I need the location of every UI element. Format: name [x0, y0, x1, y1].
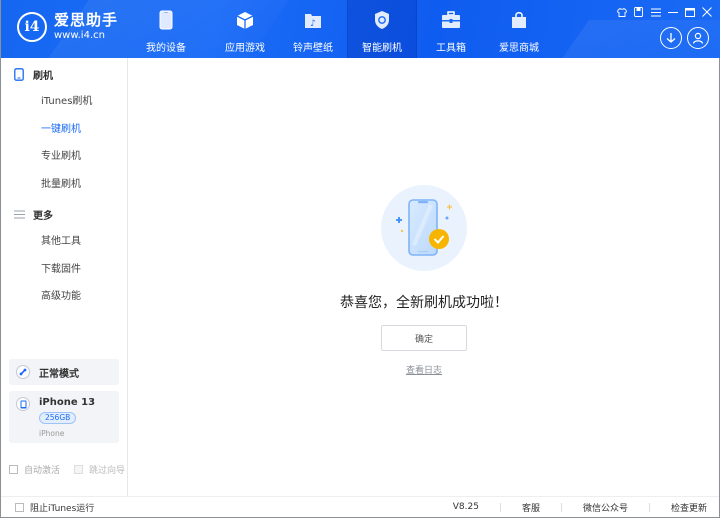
- shield-refresh-icon: [373, 10, 391, 30]
- app-name: 爱思助手: [54, 11, 119, 29]
- device-name: iPhone 13: [39, 397, 96, 408]
- wechat-link[interactable]: 微信公众号: [583, 501, 628, 514]
- check-update-link[interactable]: 检查更新: [671, 501, 707, 514]
- svg-text:♪: ♪: [310, 19, 316, 29]
- device-mode-label: 正常模式: [39, 368, 79, 380]
- app-url: www.i4.cn: [54, 30, 105, 41]
- tablet-icon: [13, 67, 25, 81]
- main-nav: 我的设备 应用游戏 ♪ 铃声壁纸 智能刷机 工具箱 爱思商城: [121, 0, 553, 58]
- device-mode-card: 正常模式: [9, 359, 119, 385]
- device-type: iPhone: [39, 429, 65, 438]
- view-log-link[interactable]: 查看日志: [129, 363, 719, 376]
- status-bar: 阻止iTunes运行 V8.25 客服 微信公众号 检查更新: [1, 496, 719, 517]
- menu-icon[interactable]: [647, 5, 664, 19]
- user-icon: [692, 29, 704, 48]
- nav-my-device[interactable]: 我的设备: [121, 0, 211, 58]
- block-itunes-checkbox[interactable]: [15, 502, 24, 512]
- sidebar-item-download-firmware[interactable]: 下载固件: [1, 256, 127, 284]
- skip-guide-checkbox[interactable]: [74, 465, 84, 474]
- link-icon: [16, 365, 30, 379]
- window-controls: [613, 5, 715, 19]
- footer-divider: [648, 502, 650, 512]
- confirm-button[interactable]: 确定: [381, 325, 467, 351]
- storage-badge: 256GB: [39, 412, 77, 424]
- shopping-bag-icon: [510, 10, 528, 30]
- app-window: i4 爱思助手 www.i4.cn 我的设备 应用游戏 ♪ 铃声壁纸 智能刷机 …: [0, 0, 720, 518]
- footer-divider: [499, 502, 501, 512]
- skip-guide-label: 跳过向导: [89, 466, 126, 476]
- sidebar-section-flash: 刷机: [1, 60, 127, 88]
- shirt-icon[interactable]: [613, 5, 630, 19]
- sidebar-section-more: 更多: [1, 200, 127, 228]
- success-message: 恭喜您，全新刷机成功啦！: [340, 295, 508, 311]
- logo-badge-icon: i4: [17, 12, 47, 42]
- auto-activate-label: 自动激活: [24, 466, 61, 476]
- block-itunes-label: 阻止iTunes运行: [30, 503, 95, 514]
- nav-smart-flash[interactable]: 智能刷机: [348, 0, 416, 58]
- toolbox-icon: [441, 10, 461, 30]
- nav-toolbox[interactable]: 工具箱: [417, 0, 485, 58]
- header-bar: i4 爱思助手 www.i4.cn 我的设备 应用游戏 ♪ 铃声壁纸 智能刷机 …: [1, 0, 720, 58]
- success-illustration: [381, 185, 467, 271]
- music-folder-icon: ♪: [304, 10, 322, 30]
- sidebar-item-batch-flash[interactable]: 批量刷机: [1, 171, 127, 199]
- download-button[interactable]: [660, 27, 682, 49]
- sidebar-item-one-click-flash[interactable]: 一键刷机: [1, 116, 127, 144]
- nav-store[interactable]: 爱思商城: [485, 0, 553, 58]
- version-label: V8.25: [452, 502, 479, 512]
- list-icon: [13, 210, 25, 219]
- sidebar-item-itunes-flash[interactable]: iTunes刷机: [1, 88, 127, 116]
- user-button[interactable]: [687, 27, 709, 49]
- options-row: 自动激活 跳过向导: [9, 463, 125, 476]
- cube-icon: [236, 10, 254, 30]
- sidebar-item-advanced[interactable]: 高级功能: [1, 283, 127, 311]
- nav-apps-games[interactable]: 应用游戏: [211, 0, 279, 58]
- phone-icon: [159, 10, 173, 30]
- note-icon[interactable]: [630, 5, 647, 19]
- sidebar-item-other-tools[interactable]: 其他工具: [1, 228, 127, 256]
- footer-divider: [560, 502, 562, 512]
- sidebar: 刷机 iTunes刷机 一键刷机 专业刷机 批量刷机 更多 其他工具 下载固件 …: [1, 58, 128, 496]
- auto-activate-checkbox[interactable]: [9, 465, 18, 474]
- sidebar-item-pro-flash[interactable]: 专业刷机: [1, 143, 127, 171]
- download-icon: [665, 29, 677, 48]
- close-icon[interactable]: [698, 5, 715, 19]
- customer-service-link[interactable]: 客服: [522, 501, 540, 514]
- app-logo: i4 爱思助手 www.i4.cn: [17, 12, 118, 42]
- device-phone-icon: [16, 397, 30, 411]
- maximize-icon[interactable]: [681, 5, 698, 19]
- device-card[interactable]: iPhone 13 256GB iPhone: [9, 391, 119, 443]
- main-content: 恭喜您，全新刷机成功啦！ 确定 查看日志: [129, 58, 719, 496]
- minimize-icon[interactable]: [664, 5, 681, 19]
- nav-ringtones[interactable]: ♪ 铃声壁纸: [279, 0, 347, 58]
